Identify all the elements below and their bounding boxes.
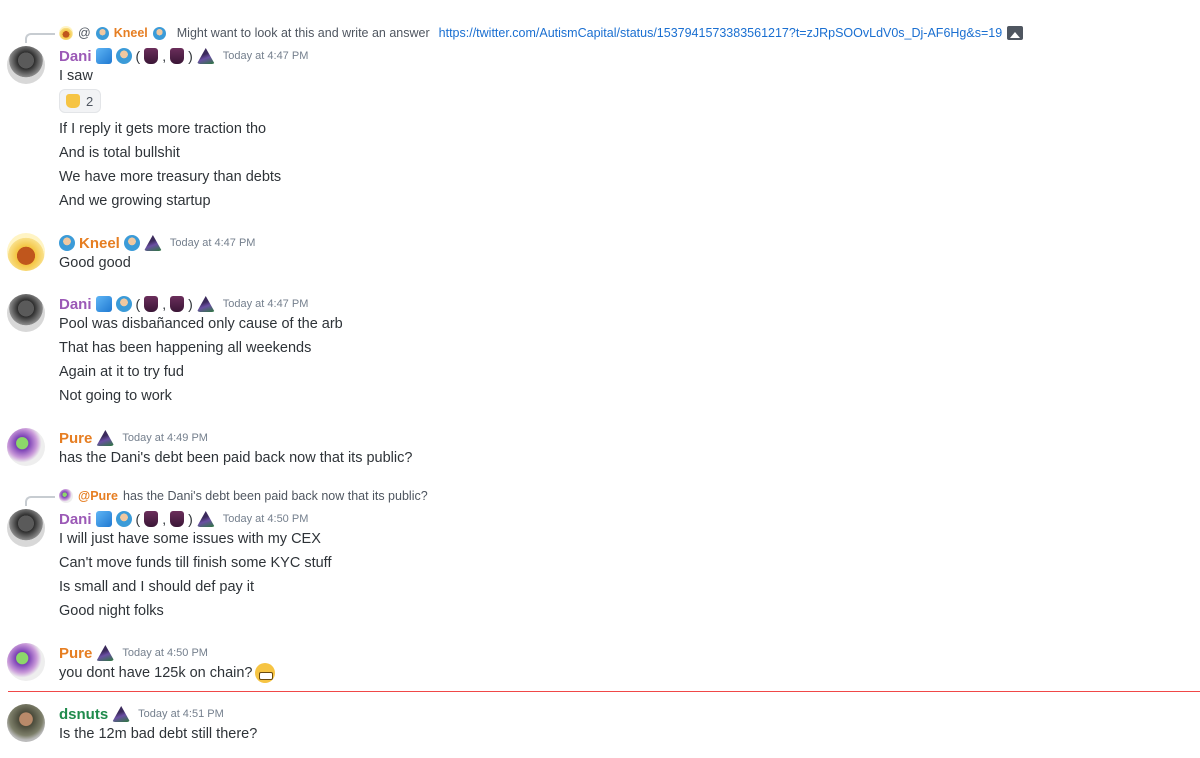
comma: ,: [162, 511, 167, 527]
new-messages-divider: [8, 691, 1200, 692]
message-line: Again at it to try fud: [59, 364, 184, 380]
message-header: Dani ( , ) Today at 4:47 PM: [59, 46, 308, 66]
reply-author-name[interactable]: Kneel: [114, 26, 148, 40]
message-header: Dani ( , ) Today at 4:50 PM: [59, 509, 308, 529]
image-icon[interactable]: [1007, 26, 1024, 40]
grimacing-face-icon: [255, 663, 276, 684]
message-header: Dani ( , ) Today at 4:47 PM: [59, 294, 308, 314]
paren-close: ): [188, 296, 193, 312]
message-line: has the Dani's debt been paid back now t…: [59, 450, 413, 466]
message-line: We have more treasury than debts: [59, 169, 282, 185]
role-badge-icon: [152, 26, 166, 40]
reply-avatar-icon: [59, 489, 73, 503]
author-name[interactable]: dsnuts: [59, 706, 108, 723]
message-line: Good good: [59, 255, 131, 271]
message-line: And is total bullshit: [59, 145, 180, 161]
reply-spine: [25, 33, 55, 43]
timestamp[interactable]: Today at 4:50 PM: [223, 513, 309, 525]
top-hat-icon: [144, 511, 159, 527]
witch-badge-icon: [196, 48, 215, 64]
message-line: And we growing startup: [59, 193, 211, 209]
comma: ,: [162, 48, 167, 64]
top-hat-icon: [144, 296, 159, 312]
message-line: Can't move funds till finish some KYC st…: [59, 555, 332, 571]
timestamp[interactable]: Today at 4:50 PM: [122, 647, 208, 659]
reaction-button[interactable]: 2: [59, 89, 101, 113]
comma: ,: [162, 296, 167, 312]
reply-reference[interactable]: @ Kneel Might want to look at this and w…: [25, 24, 1024, 43]
author-name[interactable]: Dani: [59, 511, 92, 528]
reply-text: Might want to look at this and write an …: [176, 26, 430, 40]
mage-badge-icon: [115, 511, 132, 527]
message-text: you dont have 125k on chain?: [59, 665, 253, 681]
timestamp[interactable]: Today at 4:47 PM: [223, 50, 309, 62]
avatar[interactable]: [7, 233, 45, 271]
author-name[interactable]: Kneel: [79, 235, 120, 252]
timestamp[interactable]: Today at 4:47 PM: [223, 298, 309, 310]
witch-badge-icon: [112, 706, 131, 722]
author-name[interactable]: Pure: [59, 645, 92, 662]
thumbs-up-icon: [66, 94, 80, 108]
message-line: Good night folks: [59, 603, 164, 619]
timestamp[interactable]: Today at 4:49 PM: [122, 432, 208, 444]
cube-badge-icon: [95, 296, 112, 312]
message-header: Pure Today at 4:49 PM: [59, 428, 208, 448]
reply-mention-prefix: @: [78, 26, 91, 40]
paren-open: (: [135, 511, 141, 527]
cube-badge-icon: [95, 48, 112, 64]
avatar[interactable]: [7, 643, 45, 681]
mage-badge-icon: [123, 235, 140, 251]
mage-badge-icon: [59, 235, 75, 251]
timestamp[interactable]: Today at 4:47 PM: [170, 237, 256, 249]
author-name[interactable]: Pure: [59, 430, 92, 447]
witch-badge-icon: [96, 645, 115, 661]
message-line: Pool was disbañanced only cause of the a…: [59, 316, 343, 332]
cube-badge-icon: [95, 511, 112, 527]
message-line: That has been happening all weekends: [59, 340, 312, 356]
message-line: Not going to work: [59, 388, 172, 404]
mage-badge-icon: [115, 48, 132, 64]
avatar[interactable]: [7, 704, 45, 742]
avatar[interactable]: [7, 509, 45, 547]
timestamp[interactable]: Today at 4:51 PM: [138, 708, 224, 720]
witch-badge-icon: [143, 235, 162, 251]
paren-close: ): [188, 48, 193, 64]
top-hat-icon: [170, 296, 185, 312]
paren-open: (: [135, 48, 141, 64]
top-hat-icon: [170, 511, 185, 527]
witch-badge-icon: [196, 296, 215, 312]
role-badge-icon: [95, 26, 109, 40]
reply-text: has the Dani's debt been paid back now t…: [123, 489, 428, 503]
reaction-count: 2: [86, 93, 94, 109]
message-header: Pure Today at 4:50 PM: [59, 643, 208, 663]
message-header: Kneel Today at 4:47 PM: [59, 233, 255, 253]
message-line: I will just have some issues with my CEX: [59, 531, 321, 547]
top-hat-icon: [144, 48, 159, 64]
reply-spine: [25, 496, 55, 506]
reply-author-label: Pure: [90, 489, 118, 503]
paren-close: ): [188, 511, 193, 527]
avatar[interactable]: [7, 46, 45, 84]
reply-author-name[interactable]: @Pure: [78, 489, 118, 503]
message-header: dsnuts Today at 4:51 PM: [59, 704, 224, 724]
avatar[interactable]: [7, 294, 45, 332]
reply-mention-prefix: @: [78, 489, 91, 503]
author-name[interactable]: Dani: [59, 296, 92, 313]
mage-badge-icon: [115, 296, 132, 312]
top-hat-icon: [170, 48, 185, 64]
message-line: Is small and I should def pay it: [59, 579, 255, 595]
avatar[interactable]: [7, 428, 45, 466]
witch-badge-icon: [196, 511, 215, 527]
witch-badge-icon: [96, 430, 115, 446]
reply-avatar-icon: [59, 26, 73, 40]
message-line: I saw: [59, 68, 93, 84]
message-line: Is the 12m bad debt still there?: [59, 726, 258, 742]
message-line: you dont have 125k on chain?: [59, 663, 276, 684]
paren-open: (: [135, 296, 141, 312]
author-name[interactable]: Dani: [59, 48, 92, 65]
reply-link[interactable]: https://twitter.com/AutismCapital/status…: [439, 26, 1003, 40]
reply-reference[interactable]: @Pure has the Dani's debt been paid back…: [25, 487, 428, 506]
message-line: If I reply it gets more traction tho: [59, 121, 267, 137]
